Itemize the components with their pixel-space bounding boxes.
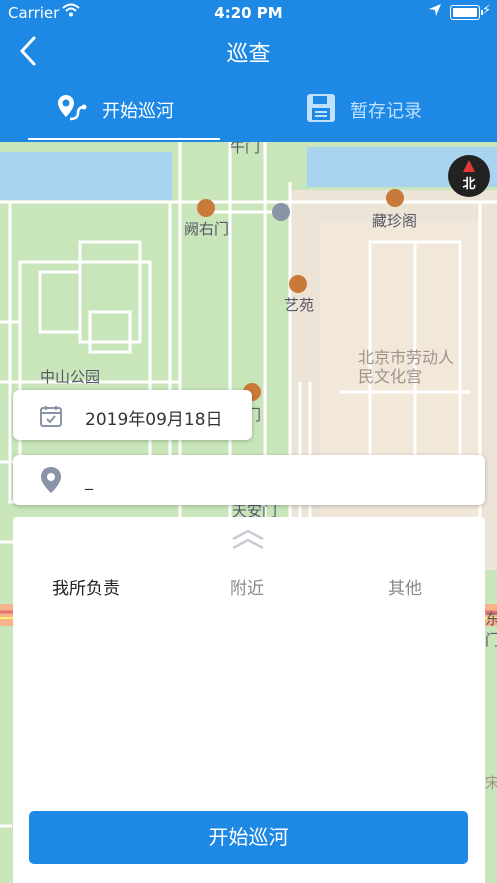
- date-selector[interactable]: 2019年09月18日: [13, 390, 252, 440]
- map-label: 北京市劳动人民文化宫: [358, 348, 455, 386]
- page-title: 巡查: [226, 42, 271, 67]
- calendar-icon: [39, 404, 63, 432]
- header-tabs: 开始巡河 暂存记录: [0, 80, 497, 142]
- bottom-panel: 我所负责 附近 其他 开始巡河: [13, 517, 485, 883]
- tab-my-responsibility[interactable]: 我所负责: [52, 574, 120, 599]
- map-label: 阙右门: [184, 220, 230, 238]
- map-label: 藏珍阁: [372, 212, 418, 230]
- app-header: Carrier 4:20 PM ⚡ 巡查 开始巡河 暂存记录: [0, 0, 497, 142]
- charging-icon: ⚡: [482, 3, 492, 18]
- tab-saved-records[interactable]: 暂存记录: [306, 80, 422, 140]
- map-label: 东门: [485, 610, 497, 649]
- selected-date: 2019年09月18日: [85, 410, 223, 430]
- tab-nearby[interactable]: 附近: [230, 574, 264, 599]
- location-pin-icon: [40, 466, 62, 498]
- save-icon: [306, 93, 336, 127]
- tab-label: 暂存记录: [350, 101, 422, 122]
- map-label: 艺苑: [284, 296, 315, 314]
- route-pin-icon: [56, 93, 88, 127]
- location-arrow-icon: [428, 3, 442, 21]
- active-tab-indicator: [28, 138, 220, 140]
- status-bar: Carrier 4:20 PM ⚡: [0, 0, 497, 26]
- status-time: 4:20 PM: [214, 4, 283, 22]
- tab-other[interactable]: 其他: [388, 574, 422, 599]
- compass-arrow-icon: [463, 160, 475, 172]
- map-label: 中山公园: [40, 368, 101, 386]
- map-label: 宋: [485, 774, 497, 792]
- tab-label: 开始巡河: [102, 101, 174, 122]
- map-label: 午门: [230, 142, 261, 156]
- location-field[interactable]: _: [13, 455, 485, 505]
- battery-icon: [450, 5, 483, 20]
- tab-start-patrol[interactable]: 开始巡河: [56, 80, 174, 140]
- location-value: _: [85, 471, 93, 490]
- compass-label: 北: [462, 177, 476, 192]
- chevron-up-icon[interactable]: [230, 527, 266, 555]
- compass-button[interactable]: 北: [448, 155, 490, 197]
- start-patrol-button[interactable]: 开始巡河: [29, 811, 468, 864]
